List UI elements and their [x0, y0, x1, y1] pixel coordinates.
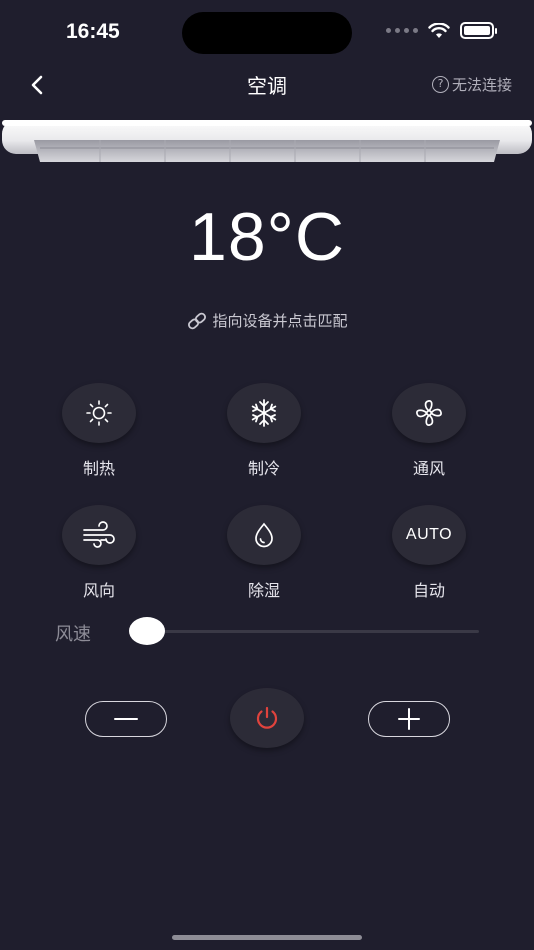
auto-button[interactable]: AUTO [392, 505, 466, 565]
connection-status-text: 无法连接 [451, 76, 512, 94]
mode-fan[interactable]: 通风 [374, 383, 484, 479]
sun-icon [86, 400, 112, 426]
mode-heat[interactable]: 制热 [44, 383, 154, 479]
mode-dehumidify[interactable]: 除湿 [209, 505, 319, 601]
battery-icon [460, 22, 497, 39]
air-conditioner-illustration [0, 118, 534, 168]
mode-wind-direction[interactable]: 风向 [44, 505, 154, 601]
wind-icon [83, 521, 115, 548]
help-circle-icon: ? [431, 76, 449, 93]
auto-label: 自动 [412, 581, 445, 600]
signal-icon [386, 28, 418, 33]
status-time: 16:45 [66, 20, 120, 43]
cool-label: 制冷 [247, 459, 280, 478]
connection-status-button[interactable]: ? 无法连接 [431, 74, 512, 95]
fan-icon [416, 400, 442, 426]
mode-auto[interactable]: AUTO 自动 [374, 505, 484, 601]
dehumidify-button[interactable] [227, 505, 301, 565]
minus-icon [114, 718, 138, 720]
status-icons [386, 22, 497, 39]
link-icon [188, 312, 207, 329]
fan-button[interactable] [392, 383, 466, 443]
pairing-hint: 指向设备并点击匹配 [0, 310, 534, 331]
dynamic-island [182, 12, 352, 54]
mode-cool[interactable]: 制冷 [209, 383, 319, 479]
temperature-decrease-button[interactable] [85, 701, 167, 737]
droplet-icon [255, 522, 273, 548]
wind-speed-slider[interactable] [147, 630, 479, 633]
home-indicator[interactable] [172, 935, 362, 940]
power-icon [256, 706, 278, 729]
pairing-hint-text: 指向设备并点击匹配 [212, 312, 348, 330]
wind-speed-slider-thumb[interactable] [129, 617, 165, 645]
heat-button[interactable] [62, 383, 136, 443]
wind-direction-button[interactable] [62, 505, 136, 565]
nav-bar: 空调 ? 无法连接 [0, 64, 534, 106]
snowflake-icon [251, 399, 277, 427]
wifi-icon [428, 22, 450, 38]
heat-label: 制热 [82, 459, 115, 478]
plus-icon [398, 708, 420, 730]
wind-speed-label: 风速 [55, 624, 91, 645]
cool-button[interactable] [227, 383, 301, 443]
dehumidify-label: 除湿 [247, 581, 280, 600]
power-button[interactable] [230, 688, 304, 748]
fan-label: 通风 [412, 459, 445, 478]
temperature-increase-button[interactable] [368, 701, 450, 737]
wind-direction-label: 风向 [82, 581, 115, 600]
status-bar: 16:45 [0, 0, 534, 64]
auto-icon: AUTO [405, 526, 453, 543]
temperature-display: 18°C [189, 199, 345, 275]
